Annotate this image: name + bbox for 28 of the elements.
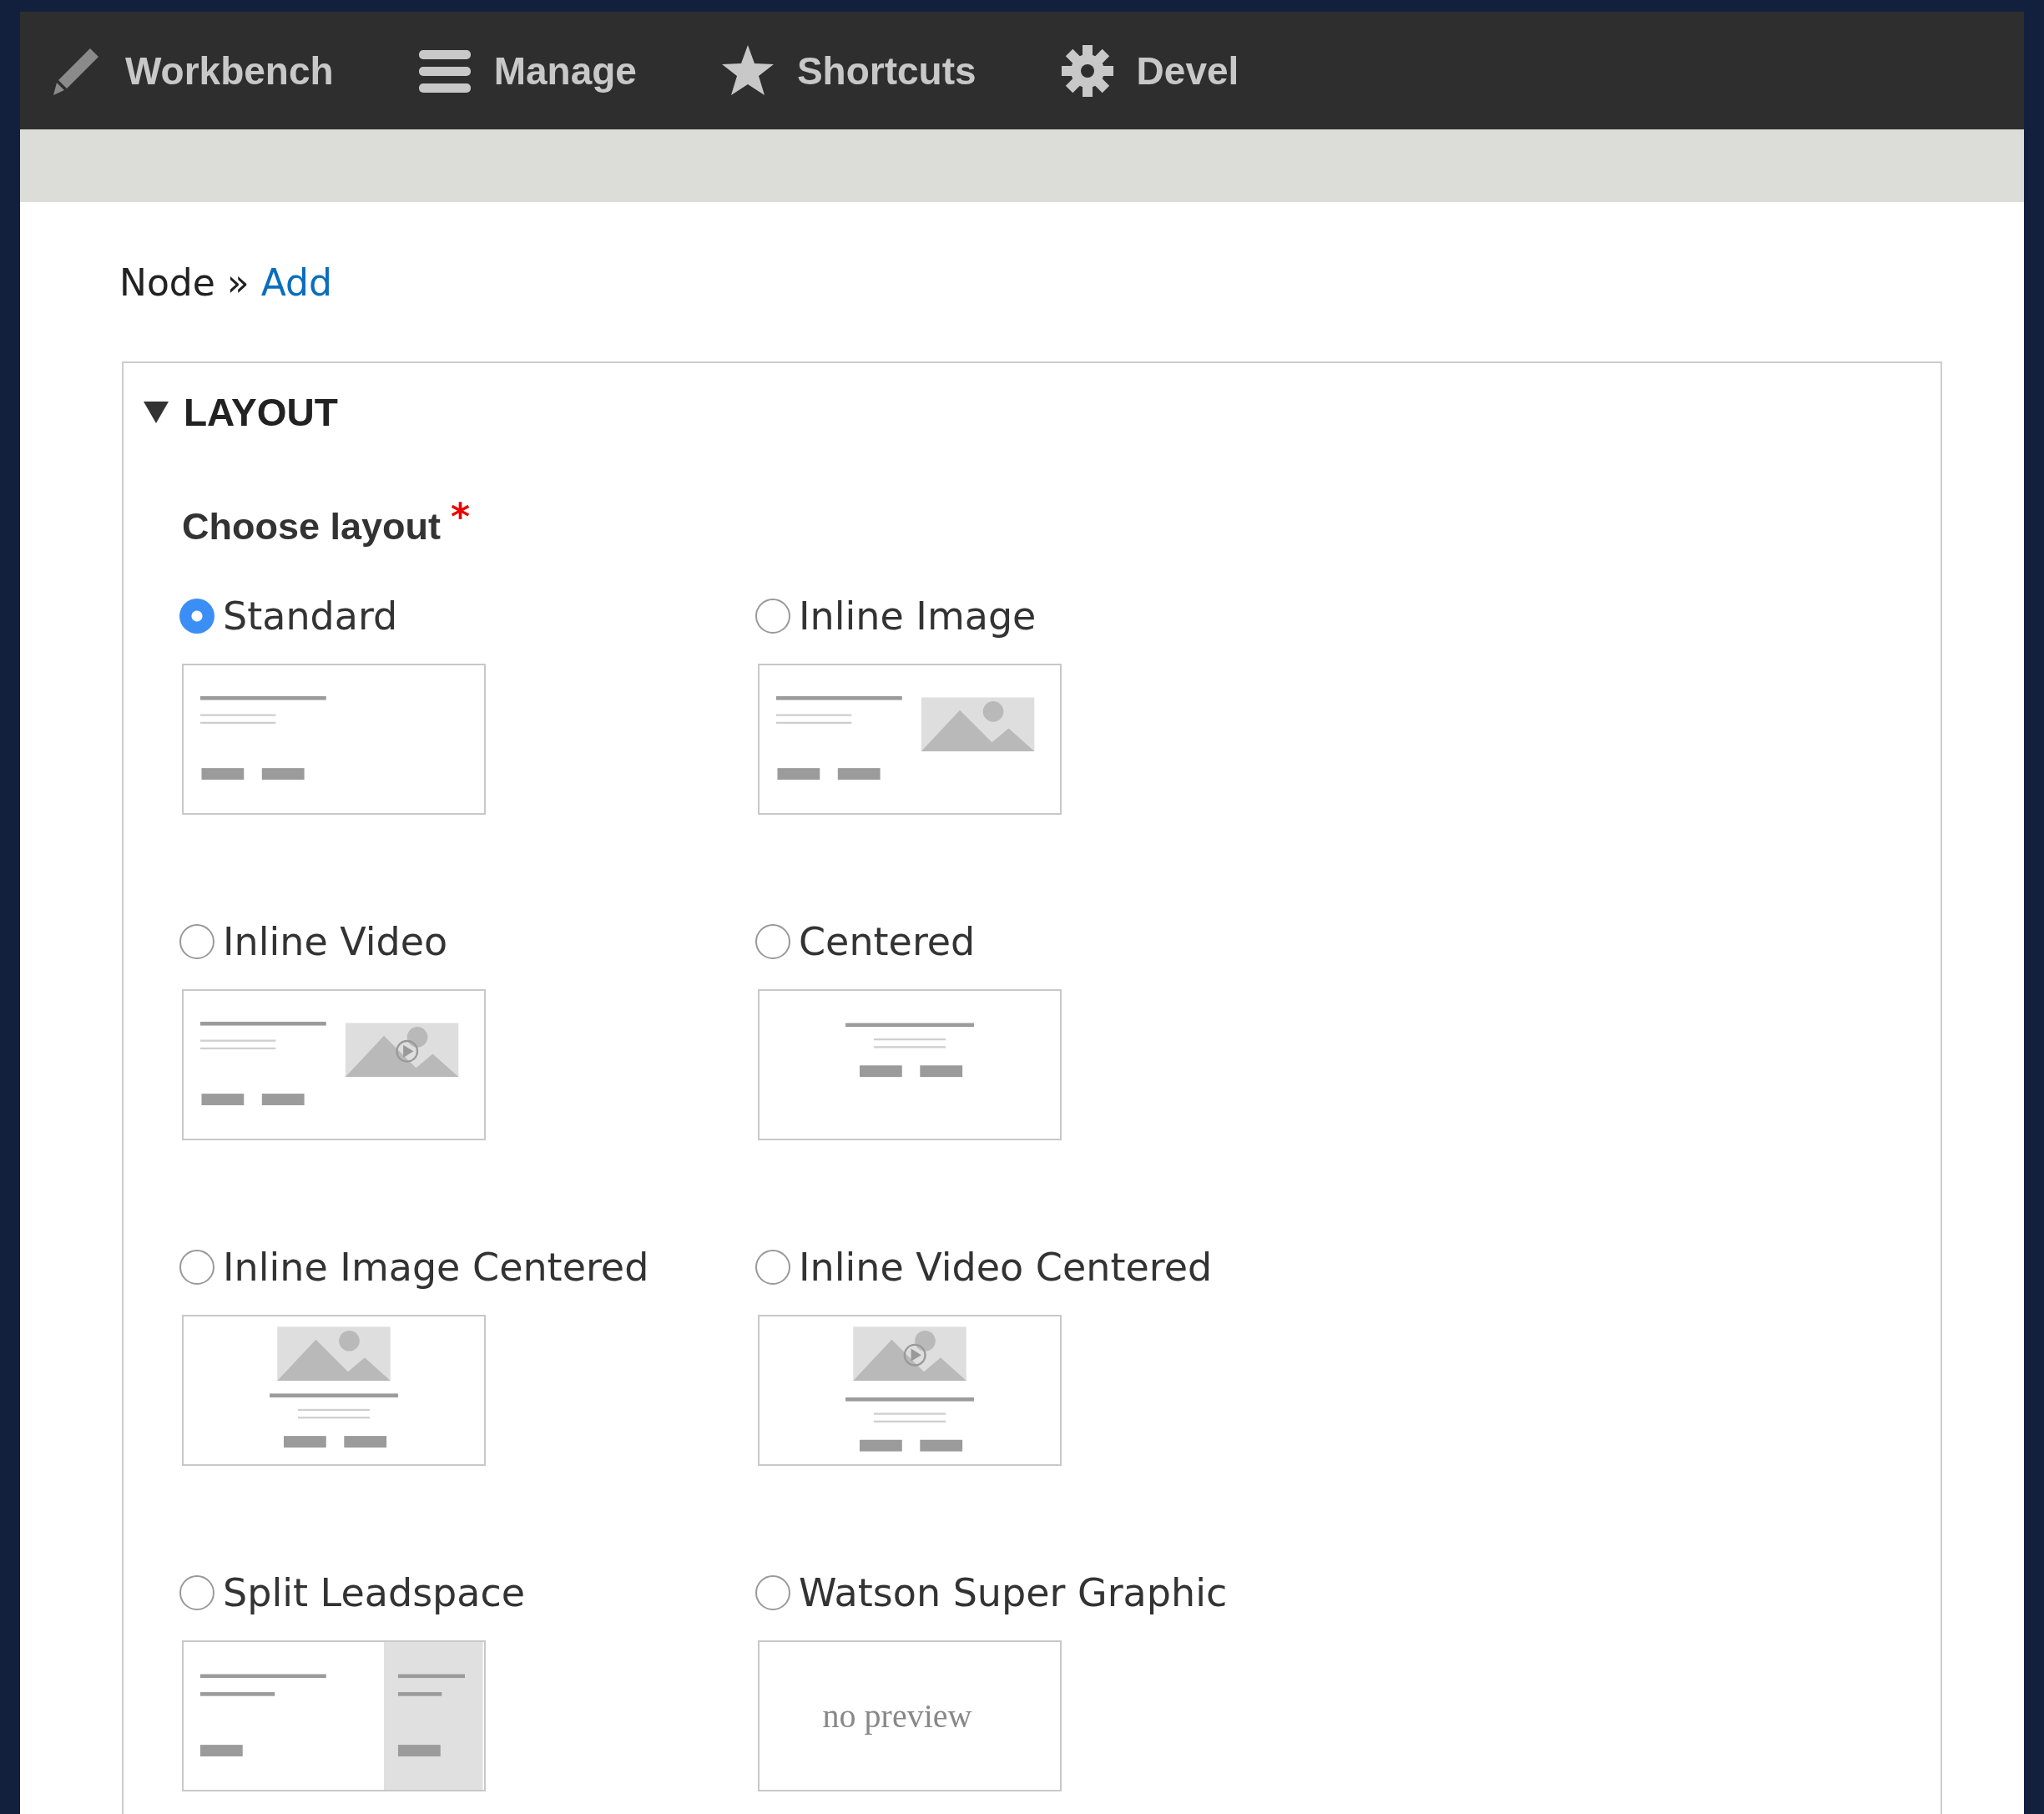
settings-icon bbox=[1059, 43, 1115, 99]
radio-label[interactable]: Split Leadspace bbox=[223, 1570, 526, 1615]
required-marker: * bbox=[451, 495, 471, 538]
breadcrumb-text: Node bbox=[119, 260, 215, 304]
toolbar-link[interactable]: Workbench bbox=[125, 48, 334, 93]
radio-label[interactable]: Inline Image Centered bbox=[223, 1245, 649, 1290]
radio-label[interactable]: Standard bbox=[223, 594, 398, 639]
radio-button[interactable] bbox=[755, 1575, 790, 1610]
fieldset-title[interactable]: LAYOUT bbox=[184, 390, 338, 435]
field-label: Choose layout bbox=[182, 505, 442, 548]
radio-button[interactable] bbox=[179, 1250, 214, 1285]
breadcrumb-link[interactable]: Add bbox=[260, 260, 332, 304]
radio-label[interactable]: Centered bbox=[799, 919, 976, 964]
radio-button[interactable] bbox=[179, 1575, 214, 1610]
radio-button[interactable] bbox=[179, 599, 214, 634]
breadcrumb-separator: » bbox=[226, 260, 250, 304]
radio-label[interactable]: Watson Super Graphic bbox=[799, 1570, 1228, 1615]
radio-label[interactable]: Inline Image bbox=[799, 594, 1037, 639]
toolbar-link[interactable]: Shortcuts bbox=[796, 48, 977, 93]
no-preview-text: no preview bbox=[822, 1696, 972, 1736]
radio-button[interactable] bbox=[179, 924, 214, 959]
radio-label[interactable]: Inline Video Centered bbox=[799, 1245, 1213, 1290]
toolbar-link[interactable]: Devel bbox=[1136, 48, 1239, 93]
radio-button[interactable] bbox=[755, 924, 790, 959]
toolbar-link[interactable]: Manage bbox=[493, 48, 637, 93]
radio-button[interactable] bbox=[755, 599, 790, 634]
radio-button[interactable] bbox=[755, 1250, 790, 1285]
radio-label[interactable]: Inline Video bbox=[223, 919, 448, 964]
